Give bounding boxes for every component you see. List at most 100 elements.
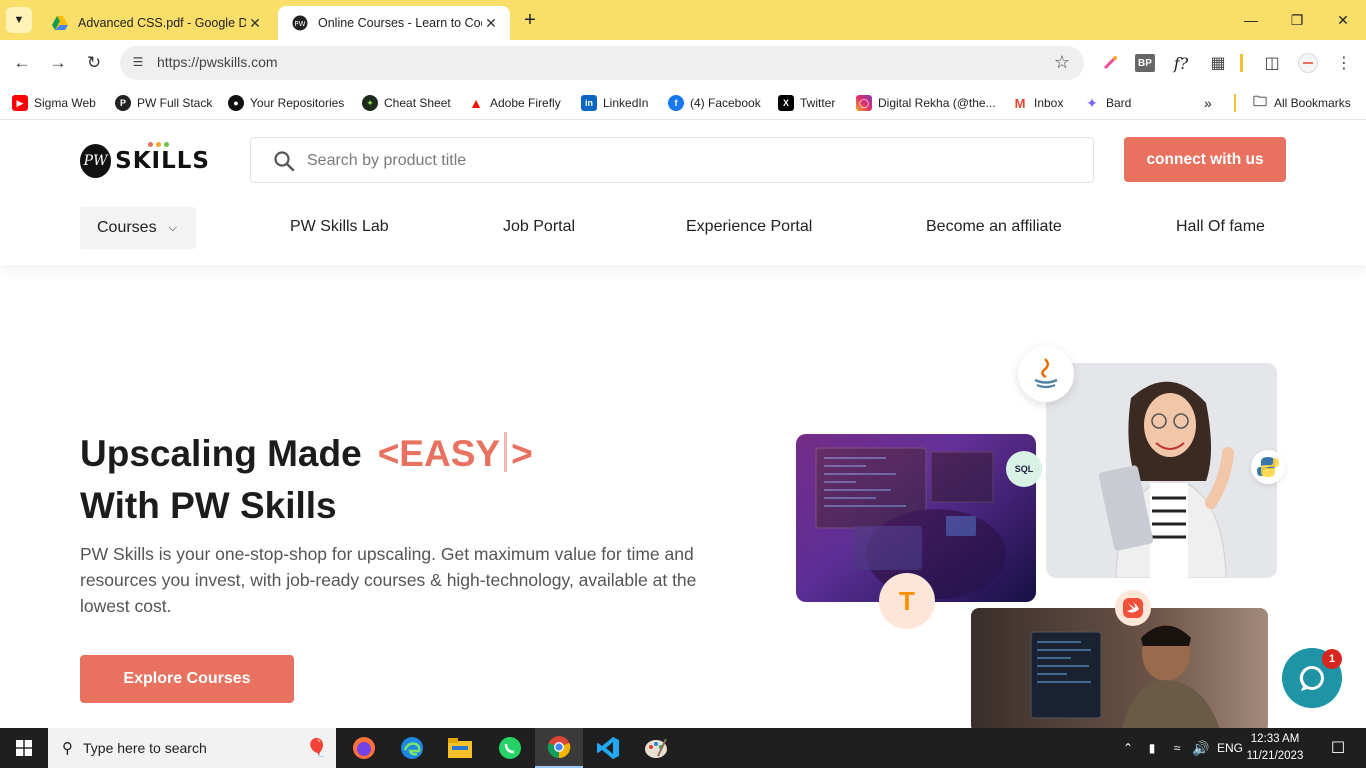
language-indicator[interactable]: ENG <box>1214 728 1246 768</box>
nav-pw-skills-lab[interactable]: PW Skills Lab <box>290 218 389 236</box>
more-bookmarks-chevron-icon[interactable]: » <box>1204 93 1212 113</box>
minimize-button[interactable]: — <box>1228 0 1274 40</box>
bookmark-bard[interactable]: ✦ Bard <box>1084 93 1131 113</box>
student-boy-photo <box>971 608 1268 733</box>
sql-icon: SQL <box>1006 451 1042 487</box>
paint-palette-icon <box>645 738 667 758</box>
start-button[interactable] <box>0 728 48 768</box>
battery-icon[interactable]: ▮ <box>1141 728 1163 768</box>
connect-with-us-button[interactable]: connect with us <box>1124 137 1286 182</box>
formula-extension-icon[interactable]: f? <box>1170 53 1192 73</box>
close-window-button[interactable]: ✕ <box>1320 0 1366 40</box>
address-bar[interactable]: ☰ ☆ <box>120 46 1084 80</box>
x-icon: X <box>778 95 794 111</box>
bookmark-inbox[interactable]: M Inbox <box>1012 93 1063 113</box>
bookmark-label: Bard <box>1106 96 1132 110</box>
firefox-icon <box>353 737 375 759</box>
nav-job-portal[interactable]: Job Portal <box>503 218 575 236</box>
side-panel-icon[interactable]: ◫ <box>1261 53 1283 73</box>
bookmark-label: (4) Facebook <box>690 96 761 110</box>
close-icon[interactable]: ✕ <box>482 15 500 32</box>
restore-button[interactable]: ❐ <box>1274 0 1320 40</box>
bookmark-label: All Bookmarks <box>1274 96 1351 110</box>
youtube-icon: ▶ <box>12 95 28 111</box>
bookmark-your-repositories[interactable]: ● Your Repositories <box>228 93 344 113</box>
taskbar-chrome[interactable] <box>535 728 583 768</box>
gmail-icon: M <box>1012 95 1028 111</box>
tab-google-drive[interactable]: Advanced CSS.pdf - Google Drive ✕ <box>38 6 274 40</box>
bookmark-label: PW Full Stack <box>137 96 213 110</box>
bard-icon: ✦ <box>1084 95 1100 111</box>
taskbar-firefox[interactable] <box>340 728 388 768</box>
taskbar-vscode[interactable] <box>584 728 632 768</box>
bookmark-digital-rekha[interactable]: ◯ Digital Rekha (@the... <box>856 93 996 113</box>
nav-become-affiliate[interactable]: Become an affiliate <box>926 218 1062 236</box>
folder-icon: 🗀 <box>1252 93 1268 111</box>
folder-icon <box>448 738 472 758</box>
instagram-icon: ◯ <box>856 95 872 111</box>
site-info-icon[interactable]: ☰ <box>130 55 146 71</box>
clock-date: 11/21/2023 <box>1246 750 1304 762</box>
search-input[interactable] <box>307 150 1067 172</box>
url-input[interactable] <box>157 54 1017 70</box>
bookmark-facebook[interactable]: f (4) Facebook <box>668 93 761 113</box>
notification-center-icon[interactable]: ☐ <box>1318 728 1358 768</box>
bookmark-twitter[interactable]: X Twitter <box>778 93 835 113</box>
close-icon[interactable]: ✕ <box>246 15 264 32</box>
kebab-menu-icon[interactable]: ⋮ <box>1333 53 1355 73</box>
taskbar-paint[interactable] <box>632 728 680 768</box>
tab-pwskills[interactable]: PW Online Courses - Learn to Code ✕ <box>278 6 510 40</box>
tab-strip: ▼ Advanced CSS.pdf - Google Drive ✕ PW O… <box>0 0 1366 40</box>
arrow-left-icon: ← <box>13 53 31 72</box>
hero-description: PW Skills is your one-stop-shop for upsc… <box>80 544 697 616</box>
bookmark-adobe-firefly[interactable]: ▲ Adobe Firefly <box>468 93 561 113</box>
tab-title: Advanced CSS.pdf - Google Drive <box>78 16 246 30</box>
reload-icon: ↻ <box>86 53 102 72</box>
close-icon: ✕ <box>1337 11 1349 28</box>
whatsapp-icon <box>499 737 521 759</box>
github-icon: ● <box>228 95 244 111</box>
taskbar-search-placeholder: Type here to search <box>83 740 207 756</box>
restore-icon: ❐ <box>1290 11 1304 28</box>
bookmark-sigma-web[interactable]: ▶ Sigma Web <box>12 93 96 113</box>
facebook-icon: f <box>668 95 684 111</box>
taskbar-edge[interactable] <box>388 728 436 768</box>
wifi-icon[interactable]: ≈ <box>1166 728 1188 768</box>
windows-taskbar: ⚲ Type here to search 🎈 ⌃ ▮ ≈ 🔊 ENG 12:3… <box>0 728 1366 768</box>
courses-dropdown[interactable]: Courses ⌵ <box>80 207 196 249</box>
chat-icon <box>1299 665 1324 691</box>
search-icon: ⚲ <box>62 740 73 757</box>
system-clock[interactable]: 12:33 AM 11/21/2023 <box>1244 731 1306 765</box>
taskbar-file-explorer[interactable] <box>436 728 484 768</box>
volume-icon[interactable]: 🔊 <box>1190 728 1212 768</box>
reload-button[interactable]: ↻ <box>82 51 106 75</box>
new-tab-button[interactable]: + <box>518 9 542 31</box>
back-button[interactable]: ← <box>10 51 34 75</box>
logo-mark: PW <box>80 144 112 178</box>
show-hidden-icons-chevron-icon[interactable]: ⌃ <box>1118 728 1138 768</box>
extensions-puzzle-icon[interactable]: ▦ <box>1207 53 1229 73</box>
bookmark-cheat-sheet[interactable]: ✦ Cheat Sheet <box>362 93 451 113</box>
tab-search-button[interactable]: ▼ <box>6 7 32 33</box>
pwskills-logo[interactable]: PW SKILLS <box>80 141 210 181</box>
forward-button[interactable]: → <box>46 51 70 75</box>
hero-title-line1: Upscaling Made <box>80 433 362 474</box>
explore-courses-button[interactable]: Explore Courses <box>80 655 294 703</box>
bookmark-pw-full-stack[interactable]: P PW Full Stack <box>115 93 212 113</box>
adobe-icon: ▲ <box>468 95 484 111</box>
product-search[interactable] <box>250 137 1094 183</box>
profile-avatar[interactable] <box>1297 53 1319 73</box>
bookmark-star-icon[interactable]: ☆ <box>1054 52 1070 73</box>
nav-experience-portal[interactable]: Experience Portal <box>686 218 812 236</box>
taskbar-whatsapp[interactable] <box>486 728 534 768</box>
windows-icon <box>16 740 32 756</box>
color-picker-extension-icon[interactable] <box>1099 53 1121 73</box>
toolbar-divider <box>1240 54 1243 72</box>
taskbar-search[interactable]: ⚲ Type here to search 🎈 <box>48 728 336 768</box>
bookmark-label: Cheat Sheet <box>384 96 451 110</box>
bookmark-linkedin[interactable]: in LinkedIn <box>581 93 648 113</box>
bp-extension-icon[interactable]: BP <box>1135 54 1155 72</box>
nav-hall-of-fame[interactable]: Hall Of fame <box>1176 218 1265 236</box>
all-bookmarks-button[interactable]: 🗀 All Bookmarks <box>1252 93 1351 113</box>
cheatsheet-icon: ✦ <box>362 95 378 111</box>
